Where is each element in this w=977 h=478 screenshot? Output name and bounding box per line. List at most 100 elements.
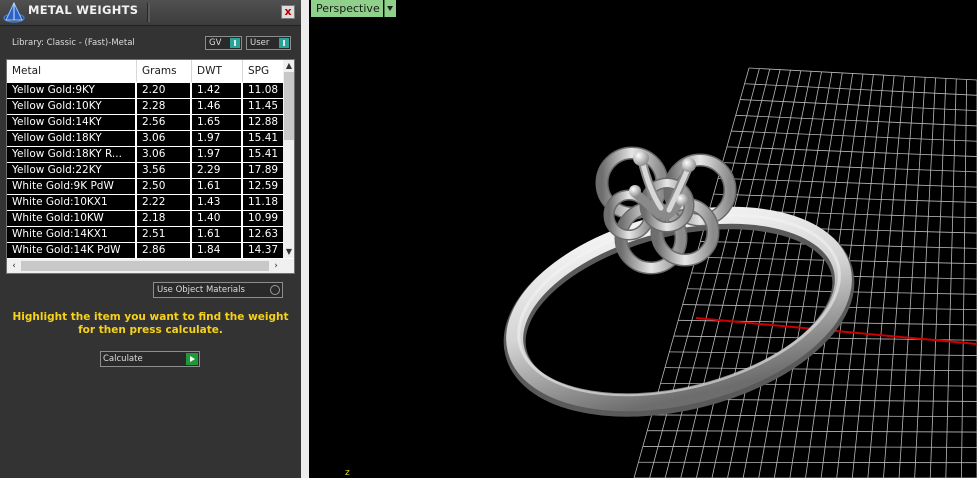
3d-viewport[interactable]: Perspective z bbox=[309, 0, 977, 478]
grams-cell: 3.56 bbox=[137, 163, 190, 178]
close-icon: x bbox=[284, 5, 292, 18]
grams-cell: 2.50 bbox=[137, 179, 190, 194]
grams-cell: 2.56 bbox=[137, 115, 190, 130]
spg-cell: 12.59 bbox=[243, 179, 283, 194]
panel-divider[interactable] bbox=[301, 0, 309, 478]
instruction-text: Highlight the item you want to find the … bbox=[12, 311, 289, 336]
grams-cell: 2.51 bbox=[137, 227, 190, 242]
grams-cell: 2.18 bbox=[137, 211, 190, 226]
view-name-label[interactable]: Perspective bbox=[311, 0, 383, 17]
grid-line bbox=[713, 193, 977, 203]
calculate-label: Calculate bbox=[103, 354, 143, 364]
toggle-switch-icon bbox=[279, 38, 289, 48]
use-object-materials-label: Use Object Materials bbox=[157, 285, 245, 295]
grams-cell: 3.06 bbox=[137, 131, 190, 146]
gv-toggle[interactable]: GV bbox=[205, 36, 242, 50]
metal-cell: White Gold:14K PdW bbox=[7, 243, 135, 258]
table-row[interactable]: Yellow Gold:18KY 3.06 1.97 15.41 bbox=[7, 131, 283, 147]
spg-cell: 14.37 bbox=[243, 243, 283, 258]
metal-cell: Yellow Gold:10KY bbox=[7, 99, 135, 114]
spg-cell: 12.63 bbox=[243, 227, 283, 242]
dwt-cell: 2.29 bbox=[192, 163, 241, 178]
metal-cell: White Gold:9K PdW bbox=[7, 179, 135, 194]
grid-line bbox=[740, 99, 977, 112]
use-object-materials-checkbox[interactable]: Use Object Materials bbox=[153, 282, 283, 298]
table-row[interactable]: Yellow Gold:9KY 2.20 1.42 11.08 bbox=[7, 83, 283, 99]
library-label: Library: Classic - (Fast)-Metal bbox=[12, 38, 135, 48]
grid-line bbox=[722, 162, 977, 173]
grams-cell: 3.06 bbox=[137, 147, 190, 162]
horizontal-scroll-thumb[interactable] bbox=[21, 261, 269, 271]
dwt-cell: 1.84 bbox=[192, 243, 241, 258]
dwt-cell: 1.43 bbox=[192, 195, 241, 210]
dwt-cell: 1.61 bbox=[192, 179, 241, 194]
scroll-up-icon[interactable]: ▲ bbox=[283, 60, 294, 72]
grid-line bbox=[735, 114, 977, 127]
table-row[interactable]: White Gold:10KX1 2.22 1.43 11.18 bbox=[7, 195, 283, 211]
metal-cell: Yellow Gold:18KY bbox=[7, 131, 135, 146]
metal-cell: White Gold:10KW bbox=[7, 211, 135, 226]
grid-line bbox=[748, 67, 977, 81]
dwt-cell: 1.40 bbox=[192, 211, 241, 226]
user-toggle[interactable]: User bbox=[246, 36, 291, 50]
dwt-cell: 1.97 bbox=[192, 131, 241, 146]
metal-table[interactable]: Metal Grams DWT SPG Yellow Gold:9KY 2.20 1… bbox=[6, 59, 295, 274]
grid-line bbox=[642, 446, 977, 448]
app-logo-icon bbox=[3, 1, 25, 23]
table-row[interactable]: White Gold:14KX1 2.51 1.61 12.63 bbox=[7, 227, 283, 243]
scroll-left-icon[interactable]: ‹ bbox=[7, 259, 21, 273]
spg-cell: 17.89 bbox=[243, 163, 283, 178]
metal-cell: White Gold:10KX1 bbox=[7, 195, 135, 210]
table-row[interactable]: White Gold:14K PdW 2.86 1.84 14.37 bbox=[7, 243, 283, 259]
spg-cell: 15.41 bbox=[243, 131, 283, 146]
column-header-grams[interactable]: Grams bbox=[137, 60, 192, 82]
table-row[interactable]: White Gold:10KW 2.18 1.40 10.99 bbox=[7, 211, 283, 227]
radio-icon bbox=[270, 285, 280, 295]
spg-cell: 11.18 bbox=[243, 195, 283, 210]
metal-cell: Yellow Gold:22KY bbox=[7, 163, 135, 178]
grid-line bbox=[731, 130, 977, 142]
grid-line bbox=[744, 83, 977, 96]
metal-cell: Yellow Gold:14KY bbox=[7, 115, 135, 130]
table-row[interactable]: White Gold:9K PdW 2.50 1.61 12.59 bbox=[7, 179, 283, 195]
grid-line bbox=[726, 146, 977, 157]
metal-cell: Yellow Gold:18KY R... bbox=[7, 147, 135, 162]
spg-cell: 11.08 bbox=[243, 83, 283, 98]
grid-line bbox=[718, 177, 977, 188]
column-header-spg[interactable]: SPG bbox=[243, 60, 283, 82]
play-arrow-icon bbox=[186, 353, 198, 365]
table-row[interactable]: Yellow Gold:22KY 3.56 2.29 17.89 bbox=[7, 163, 283, 179]
metal-cell: Yellow Gold:9KY bbox=[7, 83, 135, 98]
dwt-cell: 1.97 bbox=[192, 147, 241, 162]
view-dropdown-icon[interactable] bbox=[384, 0, 396, 17]
table-row[interactable]: Yellow Gold:18KY R... 3.06 1.97 15.41 bbox=[7, 147, 283, 163]
calculate-button[interactable]: Calculate bbox=[100, 351, 200, 367]
column-header-metal[interactable]: Metal bbox=[7, 60, 137, 82]
grams-cell: 2.22 bbox=[137, 195, 190, 210]
dwt-cell: 1.42 bbox=[192, 83, 241, 98]
vertical-scrollbar[interactable]: ▲ ▼ bbox=[283, 60, 294, 258]
metal-cell: White Gold:14KX1 bbox=[7, 227, 135, 242]
grid-plane bbox=[633, 67, 977, 478]
grams-cell: 2.28 bbox=[137, 99, 190, 114]
spg-cell: 15.41 bbox=[243, 147, 283, 162]
scroll-down-icon[interactable]: ▼ bbox=[283, 246, 294, 258]
spg-cell: 12.88 bbox=[243, 115, 283, 130]
table-row[interactable]: Yellow Gold:14KY 2.56 1.65 12.88 bbox=[7, 115, 283, 131]
scroll-right-icon[interactable]: › bbox=[269, 259, 283, 273]
metal-weights-panel: METAL WEIGHTS x Library: Classic - (Fast… bbox=[0, 0, 301, 478]
z-axis-label: z bbox=[345, 468, 350, 478]
dwt-cell: 1.61 bbox=[192, 227, 241, 242]
column-header-dwt[interactable]: DWT bbox=[192, 60, 243, 82]
grams-cell: 2.86 bbox=[137, 243, 190, 258]
table-row[interactable]: Yellow Gold:10KY 2.28 1.46 11.45 bbox=[7, 99, 283, 115]
vertical-scroll-thumb[interactable] bbox=[284, 72, 294, 140]
horizontal-scrollbar[interactable]: ‹ › bbox=[7, 259, 283, 273]
close-button[interactable]: x bbox=[281, 5, 295, 19]
panel-title: METAL WEIGHTS bbox=[28, 3, 139, 17]
spg-cell: 11.45 bbox=[243, 99, 283, 114]
grams-cell: 2.20 bbox=[137, 83, 190, 98]
title-separator bbox=[147, 3, 150, 22]
viewport-scene bbox=[503, 67, 977, 478]
dwt-cell: 1.65 bbox=[192, 115, 241, 130]
